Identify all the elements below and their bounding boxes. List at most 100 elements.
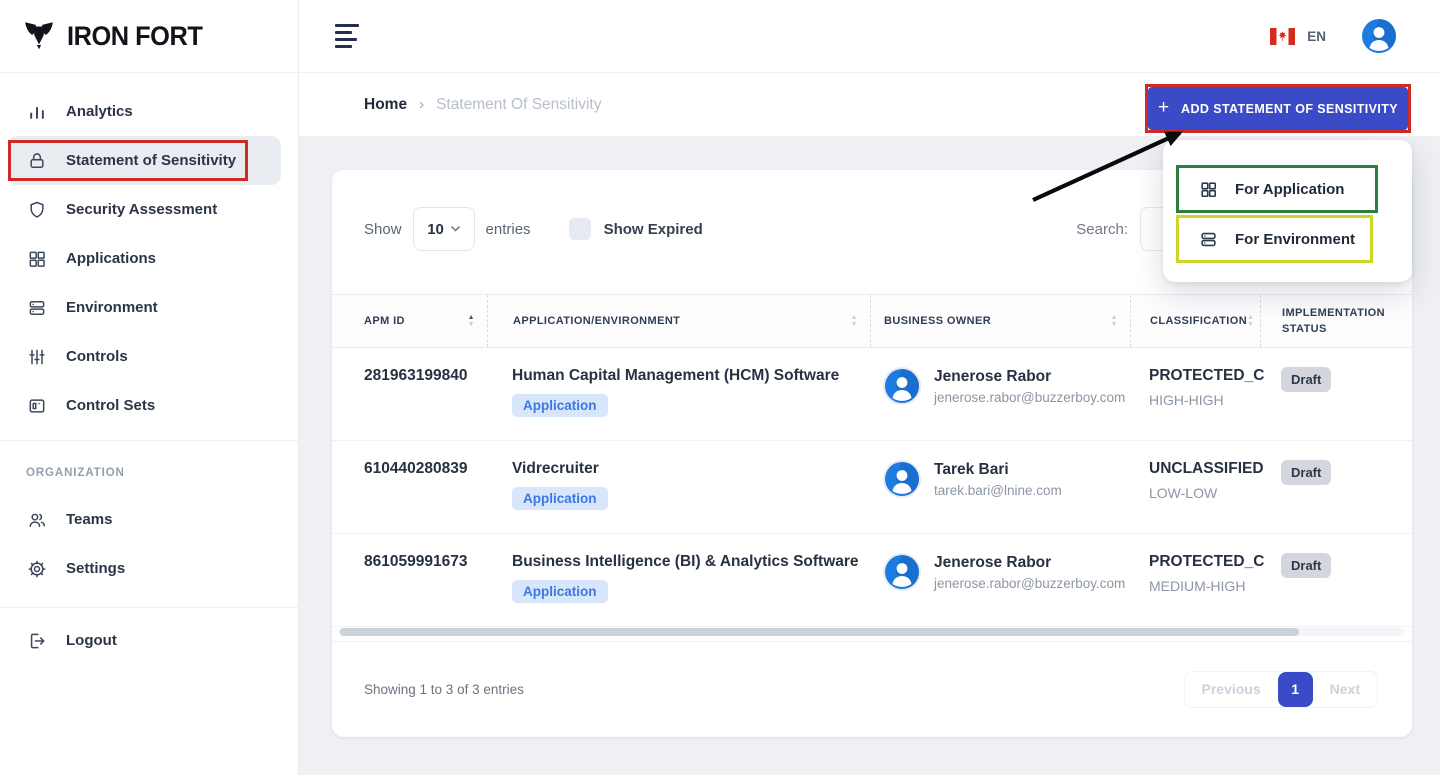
next-page-button[interactable]: Next	[1313, 672, 1377, 706]
owner-email: jenerose.rabor@buzzerboy.com	[934, 576, 1126, 591]
sidebar-item-label: Teams	[66, 511, 113, 528]
status-badge: Draft	[1281, 553, 1332, 578]
pagination: Previous 1 Next	[1183, 670, 1378, 708]
sidebar-item-logout[interactable]: Logout	[0, 616, 298, 665]
sidebar-item-label: Security Assessment	[66, 201, 218, 218]
status-badge: Draft	[1281, 367, 1332, 392]
column-header-application-environment[interactable]: APPLICATION/ENVIRONMENT ▲ ▼	[487, 295, 870, 347]
show-expired-label: Show Expired	[603, 220, 703, 238]
owner-avatar	[883, 553, 921, 591]
cell-application: Human Capital Management (HCM) Software …	[487, 367, 870, 417]
application-name: Business Intelligence (BI) & Analytics S…	[512, 553, 859, 570]
bar-chart-icon	[26, 102, 47, 122]
sidebar: IRON FORT Analytics Statement of Sensiti…	[0, 0, 299, 775]
brand-logo[interactable]: IRON FORT	[0, 0, 298, 73]
column-header-business-owner[interactable]: BUSINESS OWNER ▲ ▼	[870, 295, 1130, 347]
sidebar-item-environment[interactable]: Environment	[0, 283, 298, 332]
previous-page-button[interactable]: Previous	[1185, 672, 1278, 706]
dropdown-item-for-application[interactable]: For Application	[1179, 168, 1375, 210]
lock-icon	[26, 151, 47, 171]
cell-classification: PROTECTED_C MEDIUM-HIGH	[1130, 553, 1265, 594]
yellow-annotation-box: For Environment	[1176, 215, 1373, 263]
sort-icon[interactable]: ▲ ▼	[1247, 314, 1254, 328]
show-expired-checkbox[interactable]	[568, 218, 591, 240]
page: { "brand": { "name": "IRON FORT" }, "top…	[0, 0, 1440, 775]
application-type-badge: Application	[512, 580, 608, 603]
cell-status: Draft	[1260, 553, 1412, 578]
cell-apm-id: 610440280839	[364, 460, 468, 477]
sidebar-item-label: Control Sets	[66, 397, 156, 414]
add-statement-of-sensitivity-button[interactable]: + ADD STATEMENT OF SENSITIVITY	[1148, 87, 1408, 130]
sidebar-item-controls[interactable]: Controls	[0, 332, 298, 381]
status-badge: Draft	[1281, 460, 1332, 485]
statements-table: APM ID ▲ ▼ APPLICATION/ENVIRONMENT ▲ ▼ BUS…	[332, 294, 1412, 627]
cell-business-owner: Jenerose Rabor jenerose.rabor@buzzerboy.…	[870, 367, 1130, 405]
sidebar-item-label: Settings	[66, 560, 126, 577]
sort-icon[interactable]: ▲ ▼	[851, 314, 858, 328]
table-row[interactable]: 610440280839 Vidrecruiter Application Ta…	[332, 441, 1412, 534]
canada-flag-icon[interactable]	[1270, 27, 1296, 45]
grid-icon	[26, 249, 47, 269]
page-size-value: 10	[427, 220, 444, 238]
application-name: Human Capital Management (HCM) Software	[512, 367, 840, 384]
menu-toggle-icon[interactable]	[335, 24, 359, 48]
table-footer: Showing 1 to 3 of 3 entries Previous 1 N…	[364, 641, 1384, 737]
sort-icon[interactable]: ▲ ▼	[468, 314, 475, 328]
cell-apm-id: 281963199840	[364, 367, 468, 384]
sidebar-item-label: Applications	[66, 250, 157, 267]
application-name: Vidrecruiter	[512, 460, 599, 477]
sort-icon[interactable]: ▲ ▼	[1111, 314, 1118, 328]
page-size-select[interactable]: 10	[412, 207, 475, 251]
add-statement-dropdown: For Application For Environment	[1163, 140, 1412, 282]
sidebar-item-statement-of-sensitivity[interactable]: Statement of Sensitivity	[8, 136, 281, 185]
entries-summary: Showing 1 to 3 of 3 entries	[364, 681, 524, 697]
sidebar-item-label: Statement of Sensitivity	[66, 152, 237, 169]
column-header-apm-id[interactable]: APM ID ▲ ▼	[332, 295, 487, 347]
sidebar-item-teams[interactable]: Teams	[0, 495, 298, 544]
cell-business-owner: Tarek Bari tarek.bari@lnine.com	[870, 460, 1130, 498]
chevron-down-icon	[451, 226, 460, 232]
sidebar-divider	[0, 607, 298, 608]
sidebar-item-applications[interactable]: Applications	[0, 234, 298, 283]
sidebar-item-security-assessment[interactable]: Security Assessment	[0, 185, 298, 234]
server-icon	[1199, 230, 1218, 249]
breadcrumb-separator-icon: ›	[419, 96, 425, 113]
plus-icon: +	[1157, 97, 1170, 118]
sliders-icon	[26, 347, 47, 367]
sidebar-nav: Analytics Statement of Sensitivity Secur…	[0, 73, 298, 665]
dropdown-item-for-environment[interactable]: For Environment	[1179, 218, 1370, 260]
topbar: EN	[299, 0, 1440, 73]
card-icon	[26, 396, 47, 416]
user-avatar[interactable]	[1362, 19, 1396, 53]
breadcrumb-current: Statement Of Sensitivity	[436, 95, 602, 113]
horizontal-scrollbar[interactable]	[338, 628, 1404, 636]
table-row[interactable]: 281963199840 Human Capital Management (H…	[332, 348, 1412, 441]
search-label: Search:	[1076, 220, 1128, 238]
cell-apm-id: 861059991673	[364, 553, 468, 570]
owner-avatar	[883, 367, 921, 405]
sidebar-item-label: Environment	[66, 299, 158, 316]
sidebar-item-control-sets[interactable]: Control Sets	[0, 381, 298, 430]
entries-label: entries	[485, 220, 531, 238]
column-header-classification[interactable]: CLASSIFICATION ▲ ▼	[1130, 295, 1260, 347]
sidebar-item-analytics[interactable]: Analytics	[0, 87, 298, 136]
cell-application: Business Intelligence (BI) & Analytics S…	[487, 553, 870, 603]
breadcrumb-home-link[interactable]: Home	[364, 96, 407, 114]
owner-name: Jenerose Rabor	[934, 368, 1052, 385]
sidebar-item-label: Controls	[66, 348, 128, 365]
sidebar-item-settings[interactable]: Settings	[0, 544, 298, 593]
sidebar-item-label: Analytics	[66, 103, 133, 120]
current-page-button[interactable]: 1	[1277, 671, 1313, 707]
scrollbar-thumb[interactable]	[340, 628, 1300, 636]
cell-classification: UNCLASSIFIED LOW-LOW	[1130, 460, 1264, 501]
cell-status: Draft	[1260, 460, 1412, 485]
classification-value: PROTECTED_C	[1149, 553, 1265, 570]
language-label[interactable]: EN	[1307, 29, 1326, 44]
classification-level: HIGH-HIGH	[1149, 392, 1224, 408]
column-header-implementation-status[interactable]: IMPLEMENTATION STATUS	[1260, 295, 1412, 347]
application-type-badge: Application	[512, 487, 608, 510]
table-row[interactable]: 861059991673 Business Intelligence (BI) …	[332, 534, 1412, 627]
brand-bull-icon	[22, 19, 56, 53]
classification-level: LOW-LOW	[1149, 485, 1218, 501]
classification-level: MEDIUM-HIGH	[1149, 578, 1246, 594]
